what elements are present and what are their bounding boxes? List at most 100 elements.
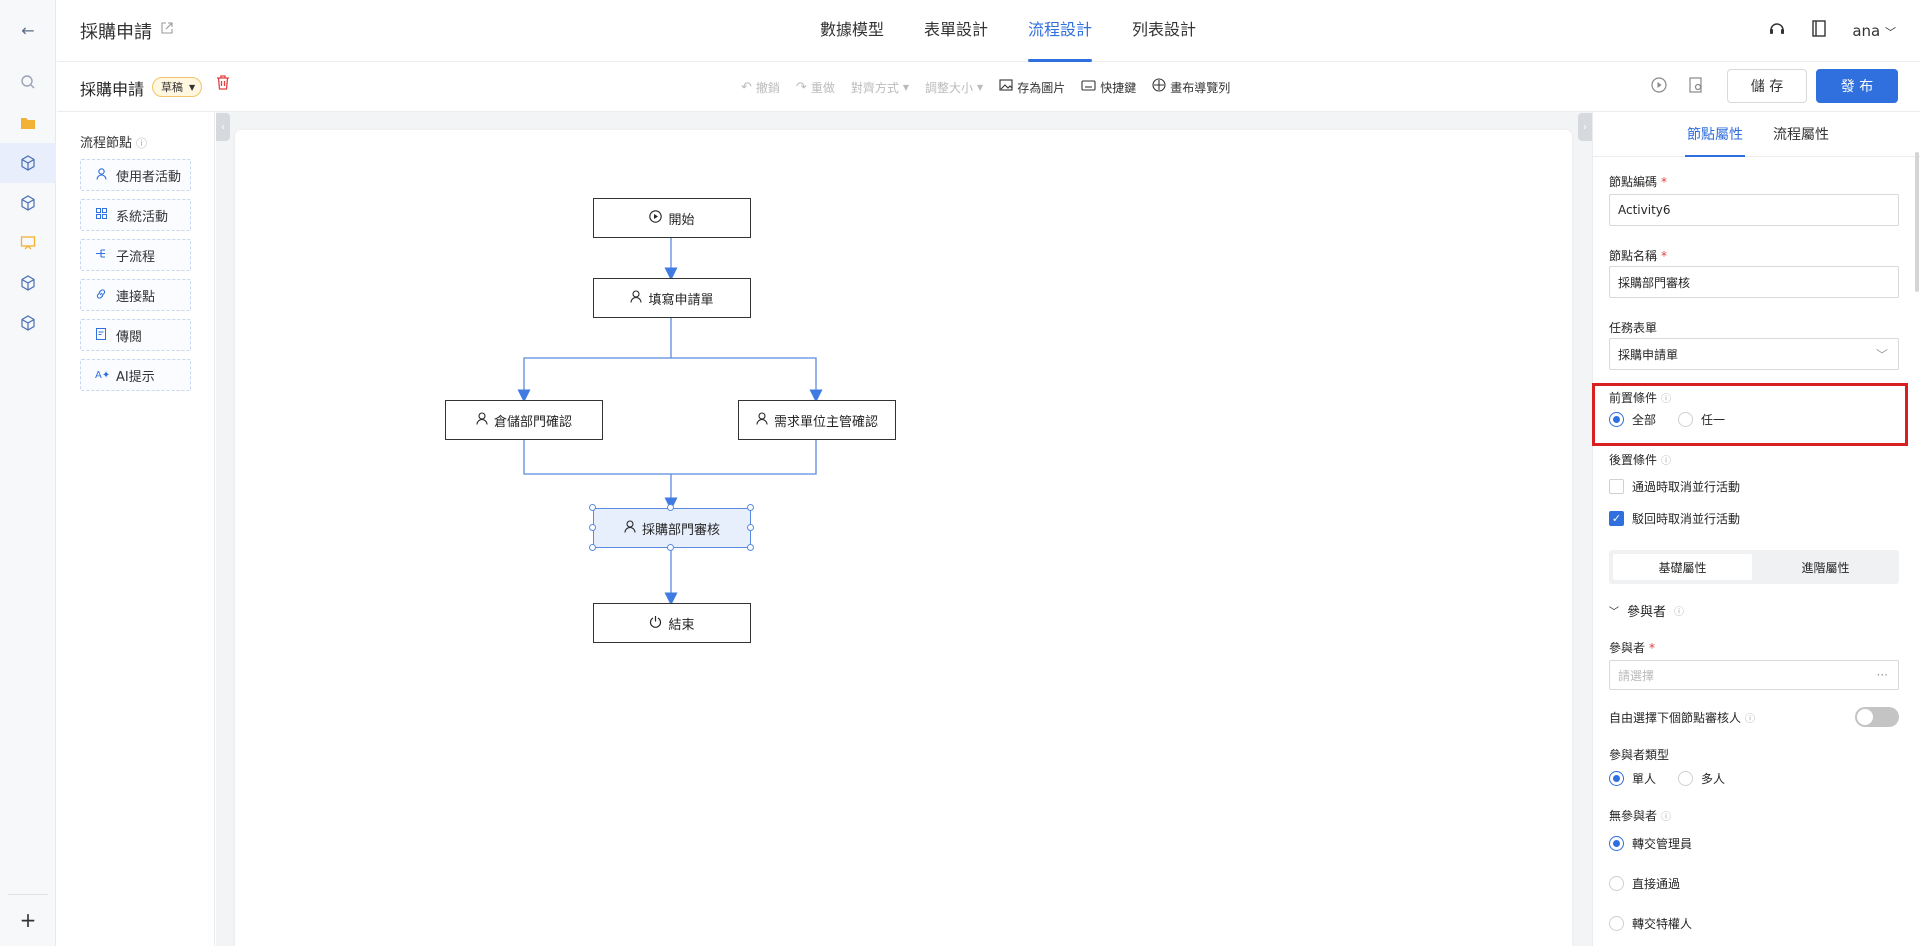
flow-canvas[interactable]: 開始 填寫申請單 倉儲部門確認 需求單位主管確認 採購部門審核 結束 [235,130,1572,946]
folder-icon[interactable] [0,103,56,143]
caret-down-icon: ▼ [189,82,196,92]
shortcuts-button[interactable]: 快捷鍵 [1081,79,1136,96]
node-item-system-activity[interactable]: 系統活動 [80,199,191,231]
flow-node-label: 採購部門審核 [641,522,720,538]
status-badge[interactable]: 草稿 ▼ [152,77,203,97]
postcondition-label-text: 後置條件 [1609,453,1658,467]
align-dropdown[interactable]: 對齊方式 ▼ [851,79,909,96]
check-cancel-on-reject-label: 駁回時取消並行活動 [1632,512,1741,526]
cube-icon[interactable] [0,263,56,303]
participant-select[interactable]: 請選擇 ··· [1609,660,1899,690]
external-link-icon[interactable] [161,22,173,38]
precondition-highlight [1592,383,1908,446]
radio-dot [1678,771,1694,786]
save-button[interactable]: 儲 存 [1727,69,1807,103]
flow-node-warehouse-confirm[interactable]: 倉儲部門確認 [445,400,603,440]
flow-node-manager-confirm[interactable]: 需求單位主管確認 [738,400,896,440]
resize-handle[interactable] [747,504,754,511]
app-title: 採購申請 [80,22,152,43]
check-cancel-on-pass[interactable]: 通過時取消並行活動 [1609,478,1740,495]
image-icon [999,79,1013,95]
node-name-label-text: 節點名稱 [1609,249,1658,263]
resize-handle[interactable] [589,504,596,511]
plus-icon[interactable]: + [0,900,56,940]
cube-icon[interactable] [0,143,56,183]
radio-transfer-admin[interactable]: 轉交管理員 [1609,835,1692,852]
node-name-input[interactable]: 採購部門審核 [1609,266,1899,298]
undo-button[interactable]: ↶ 撤銷 [741,79,780,96]
tab-flow-properties[interactable]: 流程屬性 [1773,124,1829,144]
undo-label: 撤銷 [755,80,780,95]
resize-handle[interactable] [667,504,674,511]
properties-panel: 節點屬性 流程屬性 節點編碼 * Activity6 節點名稱 * 採購部門審核 任… [1592,112,1920,946]
flow-node-start[interactable]: 開始 [593,198,751,238]
resize-handle[interactable] [589,524,596,531]
back-arrow-icon[interactable]: ← [0,10,56,50]
play-icon[interactable] [1651,77,1667,97]
cube-icon[interactable] [0,183,56,223]
participants-section[interactable]: ﹀ 參與者 ⓘ [1609,601,1684,620]
tab-form-design[interactable]: 表單設計 [904,0,1008,62]
help-icon[interactable]: ⓘ [1661,456,1671,467]
resize-handle[interactable] [589,544,596,551]
node-name-label: 節點名稱 * [1609,249,1668,263]
more-icon[interactable]: ··· [1877,668,1888,682]
flow-node-fill-form[interactable]: 填寫申請單 [593,278,751,318]
node-item-label: 連接點 [116,289,156,305]
resize-handle[interactable] [747,524,754,531]
resize-dropdown[interactable]: 調整大小 ▼ [925,79,983,96]
tab-flow-design[interactable]: 流程設計 [1008,0,1112,62]
undo-icon: ↶ [741,79,752,95]
task-form-label: 任務表單 [1609,321,1658,335]
tab-data-model[interactable]: 數據模型 [800,0,904,62]
search-icon[interactable] [0,62,56,102]
redo-button[interactable]: ↷ 重做 [796,79,835,96]
cube-icon[interactable] [0,303,56,343]
user-icon [624,519,636,537]
tab-list-design[interactable]: 列表設計 [1112,0,1216,62]
node-item-user-activity[interactable]: 使用者活動 [80,159,191,191]
radio-transfer-privileged[interactable]: 轉交特權人 [1609,915,1692,932]
radio-single[interactable]: 單人 [1609,770,1656,787]
radio-direct-pass[interactable]: 直接通過 [1609,875,1680,892]
resize-handle[interactable] [747,544,754,551]
flow-node-purchase-review[interactable]: 採購部門審核 [593,508,751,548]
node-item-ai-prompt[interactable]: A✦ AI提示 [80,359,191,391]
collapse-left-icon[interactable]: ‹ [216,113,230,141]
check-cancel-on-reject[interactable]: ✓ 駁回時取消並行活動 [1609,510,1740,527]
save-image-button[interactable]: 存為圖片 [999,79,1065,96]
radio-dot [1609,836,1624,851]
scrollbar[interactable] [1915,152,1919,292]
top-right-actions: ana ﹀ [1768,0,1896,62]
seg-basic[interactable]: 基礎屬性 [1613,554,1752,580]
status-text: 草稿 [161,81,183,94]
headset-icon[interactable] [1768,20,1786,43]
node-code-input[interactable]: Activity6 [1609,194,1899,226]
book-icon[interactable] [1812,20,1827,42]
help-icon[interactable]: ⓘ [136,137,147,150]
user-menu[interactable]: ana ﹀ [1852,22,1896,40]
tab-node-properties[interactable]: 節點屬性 [1685,124,1745,157]
help-icon[interactable]: ⓘ [1745,714,1755,725]
presentation-icon[interactable] [0,223,56,263]
task-form-select[interactable]: 採購申請單 ﹀ [1609,338,1899,370]
toolbar: 採購申請 草稿 ▼ ↶ 撤銷 ↷ 重做 對齊方式 ▼ 調整大小 ▼ 存為圖片 快捷鍵 畫布… [57,62,1920,112]
resize-handle[interactable] [667,544,674,551]
node-item-subprocess[interactable]: 子流程 [80,239,191,271]
collapse-right-icon[interactable]: › [1578,113,1592,141]
node-item-connector[interactable]: 連接點 [80,279,191,311]
free-select-toggle[interactable] [1855,707,1899,727]
help-icon[interactable]: ⓘ [1661,812,1671,823]
trash-icon[interactable] [216,75,230,94]
node-item-label: 系統活動 [116,209,169,225]
align-label: 對齊方式 [850,80,899,95]
flow-node-end[interactable]: 結束 [593,603,751,643]
node-item-circulate[interactable]: 傳閱 [80,319,191,351]
canvas-navigator-button[interactable]: 畫布導覽列 [1152,78,1230,96]
help-icon[interactable]: ⓘ [1674,603,1684,618]
publish-button[interactable]: 發 布 [1816,69,1898,103]
seg-advanced[interactable]: 進階屬性 [1756,554,1895,580]
preview-icon[interactable] [1689,77,1704,97]
user-icon [95,167,107,183]
radio-multiple[interactable]: 多人 [1678,770,1725,787]
